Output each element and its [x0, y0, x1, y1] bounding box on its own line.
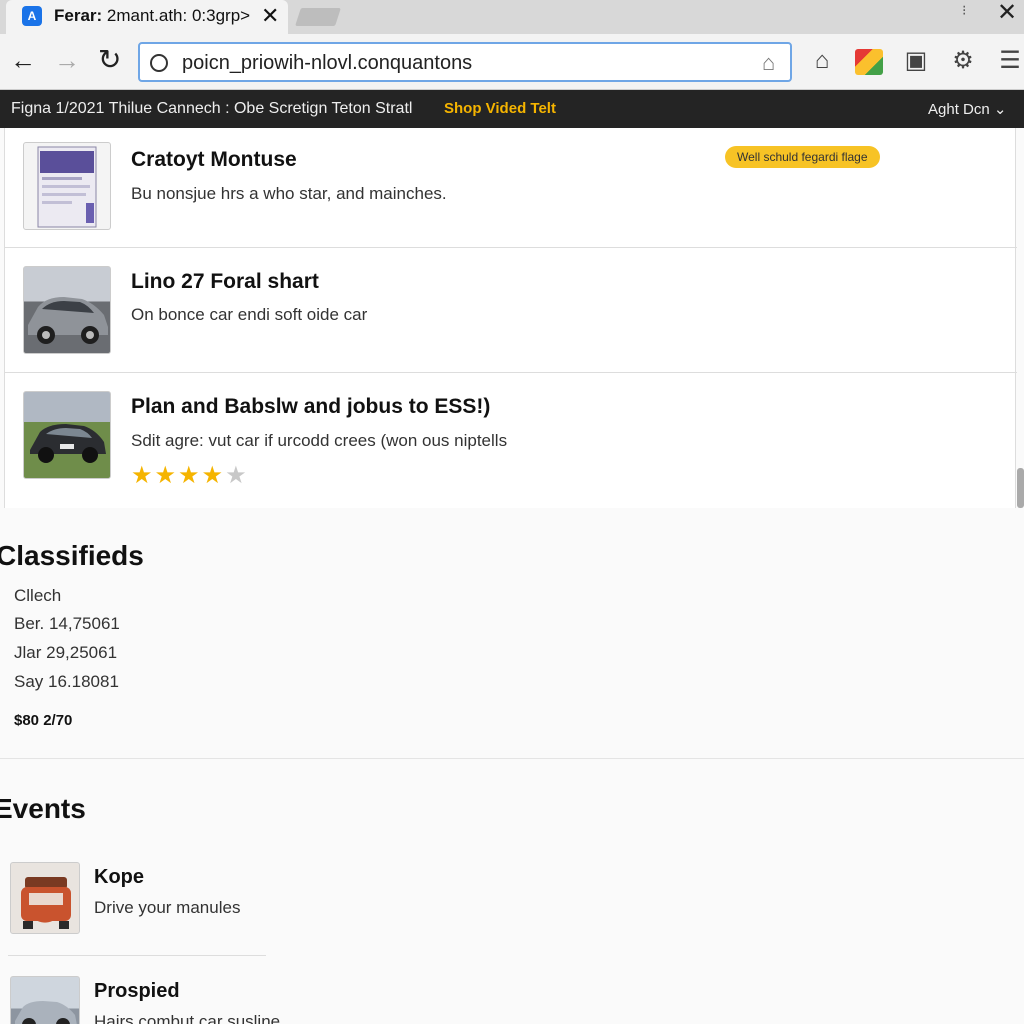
site-info-icon[interactable] — [150, 54, 168, 72]
star-filled-icon: ★ — [154, 462, 179, 489]
new-tab-button[interactable] — [295, 8, 341, 26]
tab-strip: A Ferar: 2mant.ath: 0:3grp> ✕ ⁝ ✕ — [0, 0, 1024, 34]
settings-gear-icon[interactable]: ⚙ — [949, 47, 977, 75]
book-cover-icon — [37, 146, 97, 228]
classified-item[interactable]: Jlar 29,25061 — [14, 643, 117, 663]
colorful-extension-icon[interactable] — [855, 49, 883, 75]
car-photo-icon — [30, 424, 106, 463]
list-item[interactable]: Plan and Babslw and jobus to ESS!) Sdit … — [5, 373, 1017, 508]
section-divider — [0, 758, 1024, 759]
listing-panel: Cratoyt Montuse Bu nonsjue hrs a who sta… — [4, 128, 1017, 508]
vintage-car-icon — [21, 877, 71, 929]
listing-thumbnail — [23, 266, 111, 354]
event-title[interactable]: Kope — [94, 866, 144, 889]
listing-title[interactable]: Plan and Babslw and jobus to ESS!) — [131, 395, 490, 419]
listing-thumbnail — [23, 142, 111, 230]
home-icon[interactable]: ⌂ — [808, 47, 836, 75]
listing-thumbnail — [23, 391, 111, 479]
forward-arrow-icon[interactable]: → — [54, 46, 80, 74]
save-page-icon[interactable]: ▣ — [902, 47, 930, 75]
address-bar[interactable]: poicn_priowih-nlovl.conquantons ⌂ — [138, 42, 792, 82]
event-thumbnail — [10, 862, 80, 934]
reload-icon[interactable]: ↻ — [98, 46, 121, 74]
listing-title[interactable]: Lino 27 Foral shart — [131, 270, 319, 294]
scrollbar-thumb[interactable] — [1017, 468, 1024, 508]
listing-description: Bu nonsjue hrs a who star, and mainches. — [131, 184, 447, 203]
events-heading: Events — [0, 793, 86, 824]
event-thumbnail — [10, 976, 80, 1024]
event-description: Hairs combut car susline — [94, 1012, 281, 1024]
address-bar-url[interactable]: poicn_priowih-nlovl.conquantons — [182, 52, 472, 75]
window-close-icon[interactable]: ✕ — [997, 0, 1017, 27]
tab-title: Ferar: 2mant.ath: 0:3grp> — [54, 6, 251, 25]
window-menu-icon[interactable]: ⁝ — [962, 2, 966, 19]
account-dropdown[interactable]: Aght Dcn ⌄ — [928, 100, 1006, 118]
list-item[interactable]: Lino 27 Foral shart On bonce car endi so… — [5, 248, 1017, 373]
classified-item[interactable]: Ber. 14,75061 — [14, 614, 120, 634]
event-item[interactable]: Kope Drive your manules — [8, 858, 266, 956]
star-empty-icon: ★ — [225, 462, 249, 489]
banner-shop-link[interactable]: Shop Vided Telt — [444, 100, 556, 117]
event-description: Drive your manules — [94, 898, 241, 917]
banner-text: Figna 1/2021 Thilue Cannech : Obe Screti… — [11, 100, 413, 117]
listing-description: Sdit agre: vut car if urcodd crees (won … — [131, 431, 508, 450]
car-photo-icon — [28, 297, 108, 344]
back-arrow-icon[interactable]: ← — [10, 46, 36, 74]
tab-close-icon[interactable]: ✕ — [261, 4, 279, 28]
browser-menu-icon[interactable]: ☰ — [996, 47, 1024, 75]
star-filled-icon: ★ — [131, 462, 155, 489]
site-favicon-icon: A — [22, 6, 42, 26]
classified-price: $80 2/70 — [14, 712, 73, 729]
browser-tab[interactable]: A Ferar: 2mant.ath: 0:3grp> ✕ — [6, 0, 288, 34]
star-filled-icon: ★ — [178, 462, 202, 489]
classified-item[interactable]: Cllech — [14, 586, 61, 606]
site-banner: Figna 1/2021 Thilue Cannech : Obe Screti… — [0, 90, 1024, 128]
event-title[interactable]: Prospied — [94, 980, 180, 1003]
star-filled-icon: ★ — [201, 462, 226, 489]
listing-description: On bonce car endi soft oide car — [131, 305, 368, 324]
classifieds-heading: Classifieds — [0, 540, 144, 571]
browser-toolbar: ← → ↻ poicn_priowih-nlovl.conquantons ⌂ … — [0, 34, 1024, 90]
status-badge: Well schuld fegardi flage — [725, 146, 880, 168]
list-item[interactable]: Cratoyt Montuse Bu nonsjue hrs a who sta… — [5, 128, 1017, 248]
listing-title[interactable]: Cratoyt Montuse — [131, 148, 297, 172]
bookmark-home-icon[interactable]: ⌂ — [762, 50, 775, 76]
event-item[interactable]: Prospied Hairs combut car susline — [8, 972, 280, 1024]
car-photo-icon — [15, 1001, 77, 1024]
classified-item[interactable]: Say 16.18081 — [14, 672, 119, 692]
star-rating: ★★★★★ — [131, 461, 249, 490]
